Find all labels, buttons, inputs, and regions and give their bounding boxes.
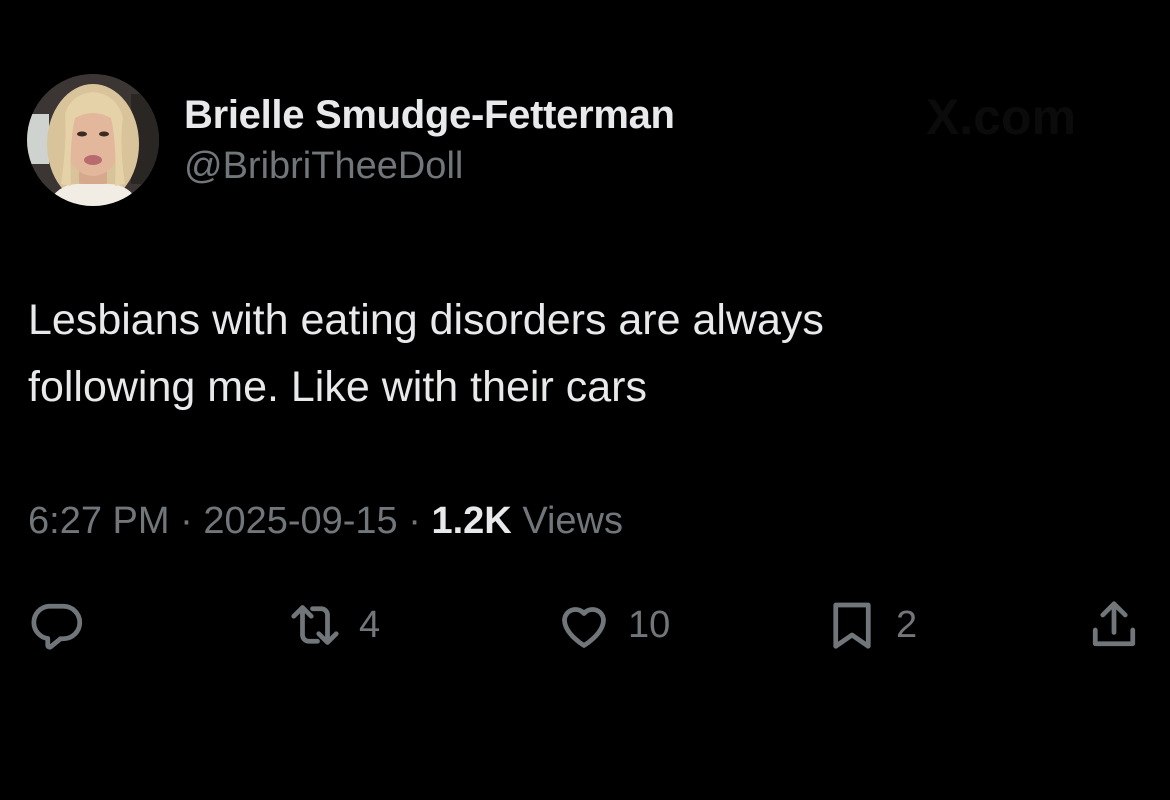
- views-label: Views: [511, 500, 624, 542]
- retweet-count: 4: [359, 603, 381, 646]
- tweet-time[interactable]: 6:27 PM: [28, 500, 170, 542]
- tweet-meta: 6:27 PM · 2025-09-15 · 1.2K Views: [28, 500, 623, 543]
- views-count[interactable]: 1.2K: [431, 500, 511, 542]
- avatar-image: [27, 74, 159, 206]
- retweet-button[interactable]: 4: [285, 590, 380, 660]
- retweet-icon: [291, 605, 339, 645]
- bookmark-button[interactable]: 2: [822, 590, 917, 660]
- avatar[interactable]: [27, 74, 159, 206]
- like-button[interactable]: 10: [554, 590, 670, 660]
- share-icon: [1092, 601, 1136, 647]
- watermark: X.com: [926, 89, 1077, 145]
- user-handle[interactable]: @BribriTheeDoll: [184, 145, 463, 188]
- tweet-text-line: Lesbians with eating disorders are alway…: [28, 296, 824, 344]
- tweet-card: Brielle Smudge-Fetterman @BribriTheeDoll…: [0, 0, 1170, 800]
- display-name[interactable]: Brielle Smudge-Fetterman: [184, 93, 675, 138]
- heart-icon: [562, 607, 606, 648]
- meta-separator: ·: [169, 500, 204, 542]
- bookmark-count: 2: [896, 603, 918, 646]
- like-count: 10: [628, 603, 671, 646]
- tweet-text-line: following me. Like with their cars: [28, 363, 647, 411]
- reply-icon: [31, 603, 83, 650]
- tweet-date[interactable]: 2025-09-15: [203, 500, 397, 542]
- action-bar: 4 10 2: [0, 590, 1170, 660]
- bookmark-icon: [833, 602, 871, 649]
- share-button[interactable]: [1084, 590, 1144, 660]
- tweet-text: Lesbians with eating disorders are alway…: [28, 287, 1128, 421]
- reply-button[interactable]: [26, 590, 86, 660]
- meta-separator: ·: [397, 500, 432, 542]
